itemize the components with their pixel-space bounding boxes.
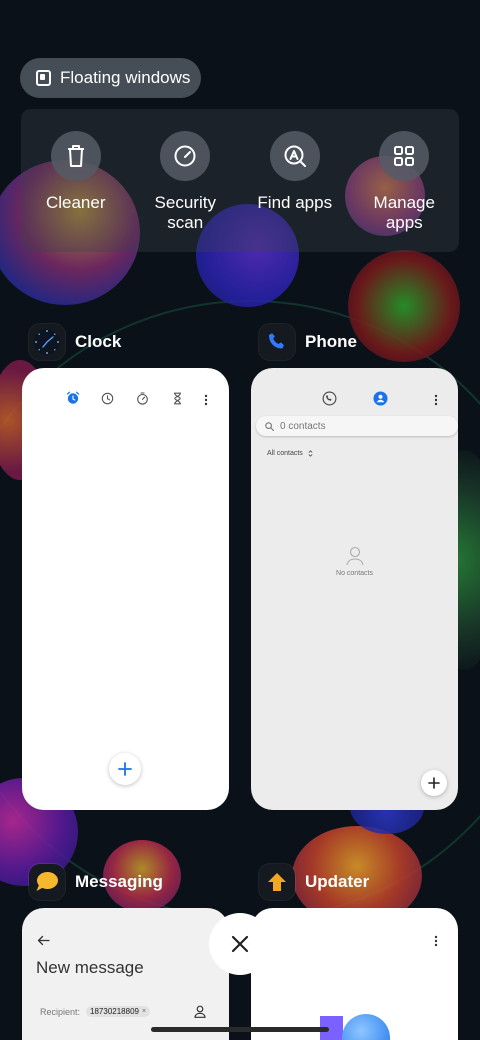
trash-icon xyxy=(50,131,101,181)
alarm-tab-icon[interactable] xyxy=(66,391,80,410)
empty-contacts-state: No contacts xyxy=(251,546,458,577)
new-message-title: New message xyxy=(36,958,144,977)
updater-card[interactable] xyxy=(251,908,458,1040)
find-apps-button[interactable]: Find apps xyxy=(240,131,350,252)
clock-card[interactable] xyxy=(22,368,229,810)
no-contacts-text: No contacts xyxy=(336,570,373,577)
contacts-search-input[interactable]: 0 contacts xyxy=(256,416,458,436)
add-contact-button[interactable] xyxy=(421,770,447,796)
clock-tab-bar xyxy=(22,391,229,406)
phone-card[interactable]: 0 contacts All contacts No contacts xyxy=(251,368,458,810)
up-arrow-icon xyxy=(259,864,295,900)
contacts-search-placeholder: 0 contacts xyxy=(280,420,326,432)
recipient-row[interactable]: Recipient: 18730218809 × xyxy=(40,1006,151,1017)
manage-apps-label: Manage apps xyxy=(373,193,435,232)
recipient-label: Recipient: xyxy=(40,1006,81,1017)
cleaner-label: Cleaner xyxy=(45,193,106,212)
floating-windows-button[interactable]: Floating windows xyxy=(20,58,201,98)
clock-more-icon[interactable] xyxy=(204,393,208,411)
updater-more-icon[interactable] xyxy=(434,934,438,952)
message-bubble-icon xyxy=(29,864,65,900)
clock-app-header[interactable]: Clock xyxy=(29,324,121,360)
plus-icon xyxy=(428,777,440,789)
timer-tab-icon[interactable] xyxy=(171,392,184,410)
world-clock-tab-icon[interactable] xyxy=(101,392,114,410)
messaging-card[interactable]: New message Recipient: 18730218809 × xyxy=(22,908,229,1040)
recipient-chip-number: 18730218809 xyxy=(90,1007,139,1016)
back-arrow-icon[interactable] xyxy=(37,933,50,951)
add-alarm-button[interactable] xyxy=(109,753,141,785)
home-indicator[interactable] xyxy=(151,1027,329,1032)
contact-picker-icon[interactable] xyxy=(194,1005,206,1023)
updater-app-name: Updater xyxy=(305,872,370,891)
stopwatch-tab-icon[interactable] xyxy=(136,392,149,410)
contacts-filter-label: All contacts xyxy=(267,450,303,457)
clock-icon xyxy=(29,324,65,360)
security-scan-label: Security scan xyxy=(154,193,216,232)
plus-icon xyxy=(118,762,132,776)
recipient-chip[interactable]: 18730218809 × xyxy=(86,1006,151,1017)
cleaner-button[interactable]: Cleaner xyxy=(21,131,131,252)
contacts-filter-dropdown[interactable]: All contacts xyxy=(267,450,313,457)
messaging-app-header[interactable]: Messaging xyxy=(29,864,163,900)
security-scan-button[interactable]: Security scan xyxy=(131,131,241,252)
floating-windows-label: Floating windows xyxy=(60,68,191,87)
search-icon xyxy=(265,421,274,431)
phone-app-name: Phone xyxy=(305,332,357,351)
close-icon xyxy=(231,935,249,953)
phone-recents-tab-icon[interactable] xyxy=(322,391,337,411)
messaging-app-name: Messaging xyxy=(75,872,163,891)
up-down-chevron-icon xyxy=(308,450,313,457)
phone-app-header[interactable]: Phone xyxy=(259,324,357,360)
clock-app-name: Clock xyxy=(75,332,122,351)
gauge-icon xyxy=(160,131,211,181)
manage-apps-button[interactable]: Manage apps xyxy=(350,131,460,252)
updater-app-header[interactable]: Updater xyxy=(259,864,369,900)
updater-illustration-circle xyxy=(342,1014,390,1040)
phone-icon xyxy=(259,324,295,360)
quick-actions-panel: Cleaner Security scan Find apps Manage a… xyxy=(21,109,459,252)
chip-remove-icon[interactable]: × xyxy=(142,1008,146,1015)
close-all-button[interactable] xyxy=(209,913,271,975)
phone-more-icon[interactable] xyxy=(434,393,438,411)
contacts-tab-icon[interactable] xyxy=(373,391,388,411)
floating-window-icon xyxy=(36,70,51,86)
find-apps-icon xyxy=(269,131,320,181)
grid-icon xyxy=(379,131,430,181)
person-icon xyxy=(345,546,364,566)
find-apps-label: Find apps xyxy=(257,193,333,212)
